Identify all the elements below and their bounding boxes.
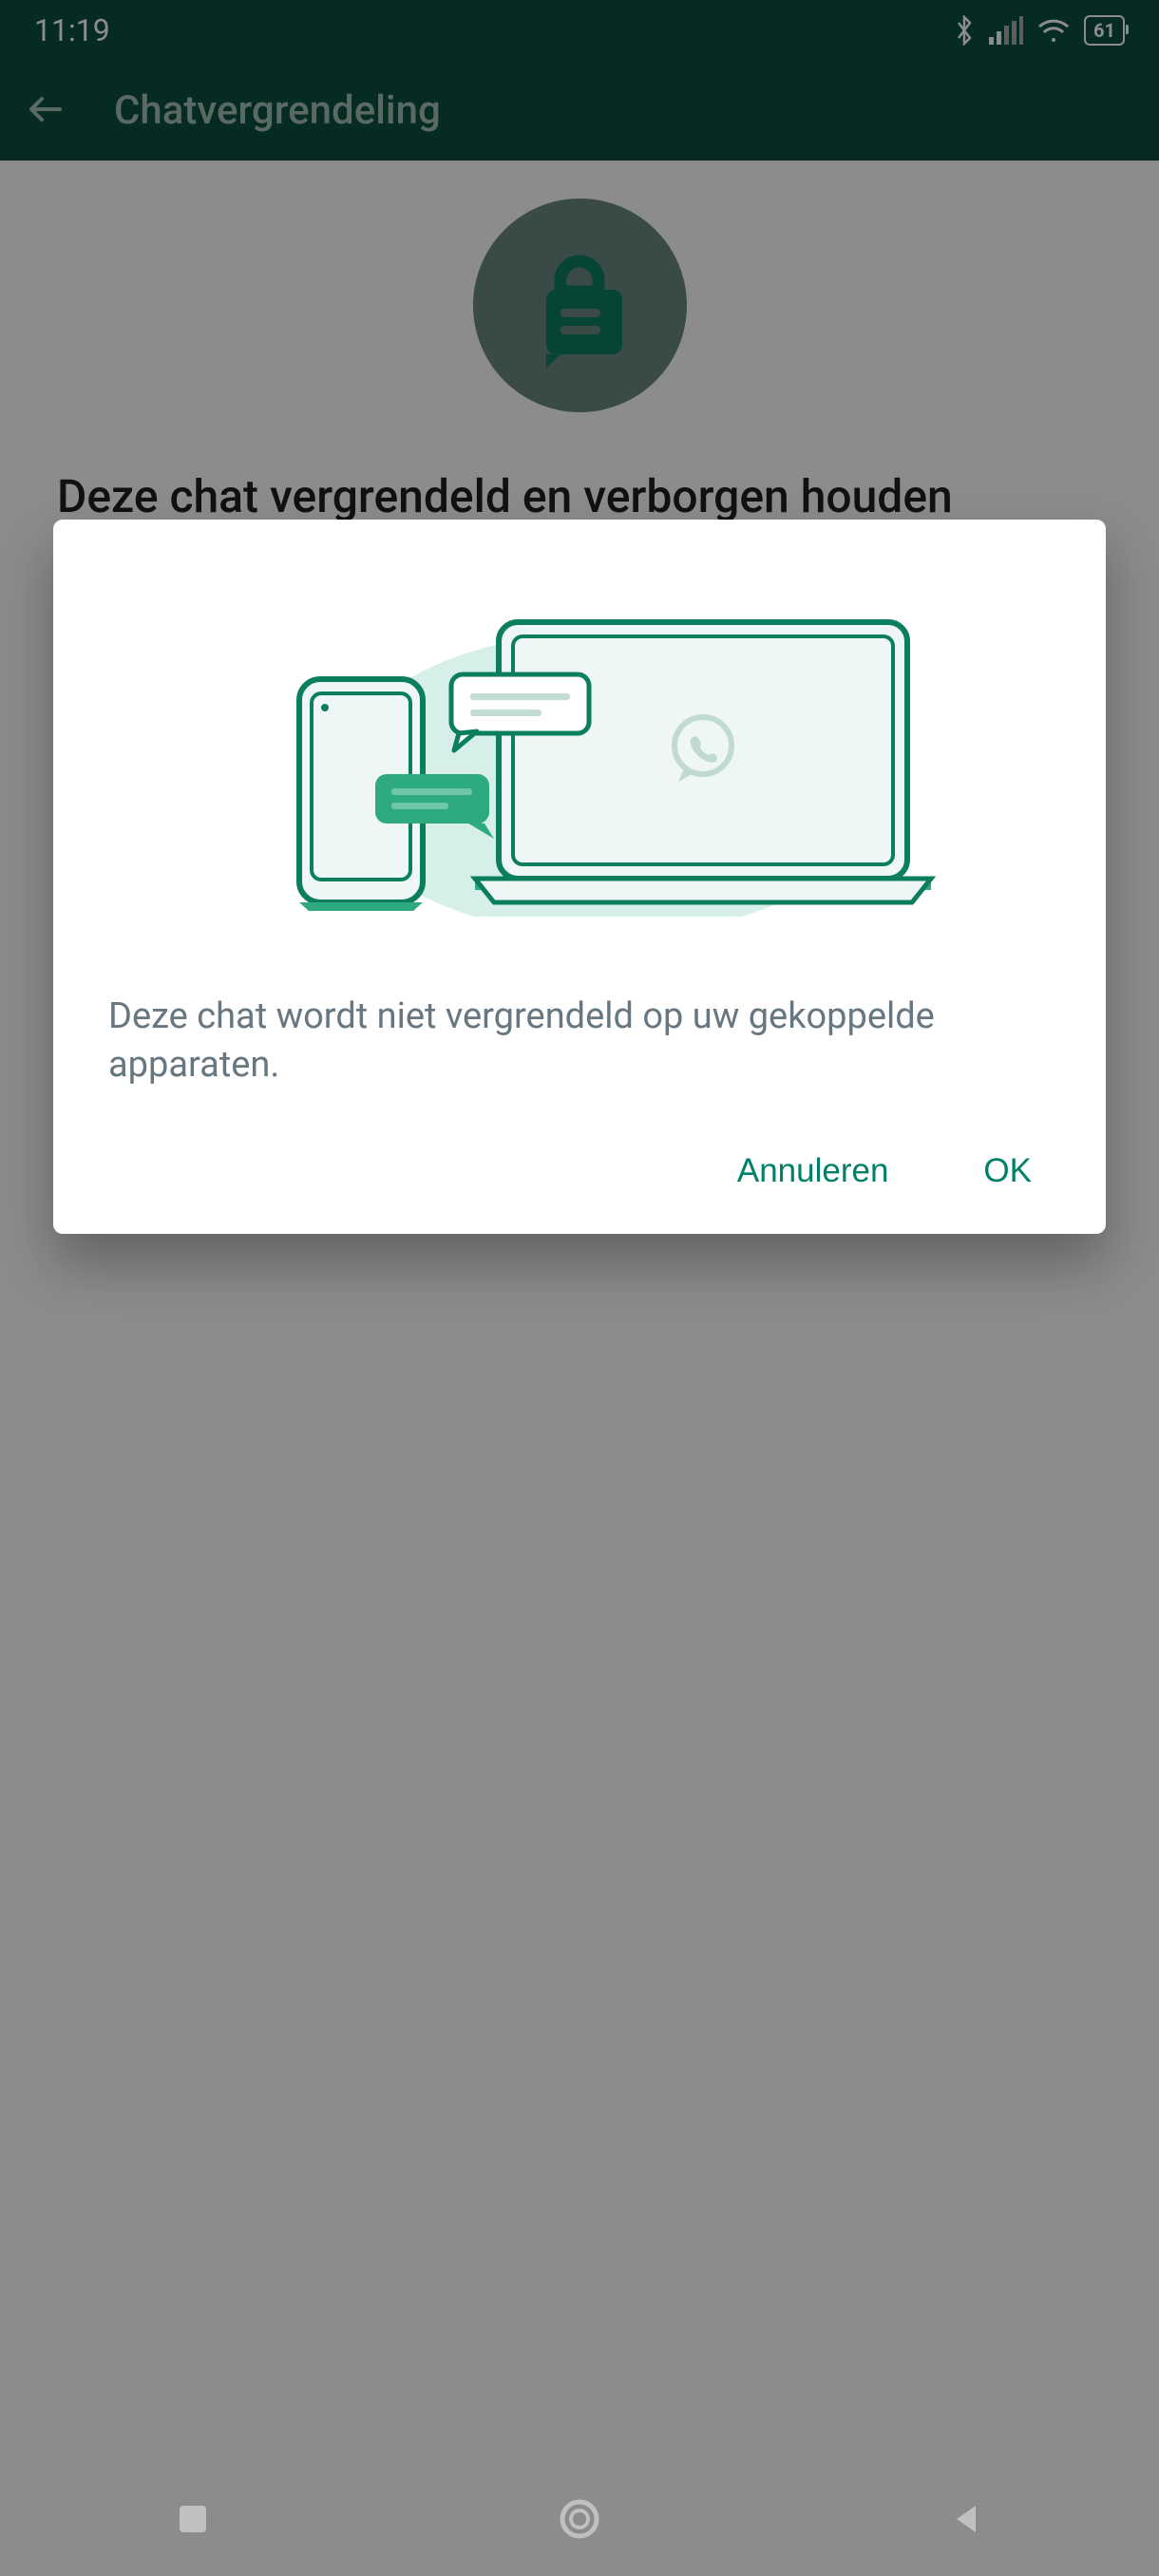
- nav-home-icon[interactable]: [556, 2495, 603, 2543]
- dialog-illustration: [99, 565, 1060, 993]
- dialog: Deze chat wordt niet vergrendeld op uw g…: [53, 520, 1106, 1234]
- dialog-message: Deze chat wordt niet vergrendeld op uw g…: [99, 993, 1060, 1090]
- ok-button[interactable]: OK: [974, 1143, 1041, 1200]
- cancel-button[interactable]: Annuleren: [728, 1143, 899, 1200]
- navigation-bar: [0, 2462, 1159, 2576]
- modal-overlay[interactable]: Deze chat wordt niet vergrendeld op uw g…: [0, 0, 1159, 2576]
- nav-recent-apps-icon[interactable]: [169, 2495, 217, 2543]
- nav-back-icon[interactable]: [942, 2495, 990, 2543]
- dialog-actions: Annuleren OK: [99, 1090, 1060, 1200]
